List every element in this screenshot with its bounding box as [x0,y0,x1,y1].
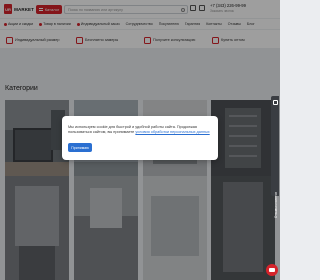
reviews-tab-label: Отзывы клиентов [273,192,278,219]
reviews-side-tab[interactable]: Отзывы клиентов [271,96,279,218]
star-icon [272,100,278,105]
privacy-policy-link[interactable]: условия обработки персональных данных [135,130,209,134]
chat-button[interactable] [266,264,278,276]
chat-icon [269,268,275,272]
accept-cookies-button[interactable]: Принимаю [68,143,92,152]
cookie-consent-dialog: Мы используем cookie для быстрой и удобн… [62,116,218,160]
cookie-text: Мы используем cookie для быстрой и удобн… [68,125,214,135]
